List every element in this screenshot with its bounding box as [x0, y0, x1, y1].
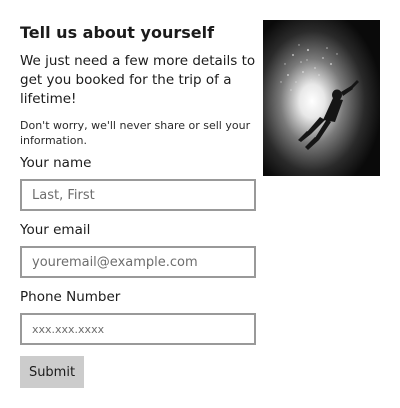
signup-form: Tell us about yourself We just need a fe…	[20, 22, 260, 345]
name-input[interactable]	[20, 179, 256, 211]
diver-photo	[263, 20, 380, 176]
submit-button[interactable]: Submit	[20, 356, 84, 388]
phone-label: Phone Number	[20, 289, 121, 305]
privacy-note: Don't worry, we'll never share or sell y…	[20, 119, 251, 147]
phone-input[interactable]	[20, 313, 256, 345]
form-subtitle: We just need a few more details to get y…	[20, 53, 256, 107]
name-label: Your name	[20, 155, 92, 171]
page-title: Tell us about yourself	[20, 23, 215, 42]
email-label: Your email	[20, 222, 91, 238]
email-input[interactable]	[20, 246, 256, 278]
diver-image	[263, 20, 380, 176]
